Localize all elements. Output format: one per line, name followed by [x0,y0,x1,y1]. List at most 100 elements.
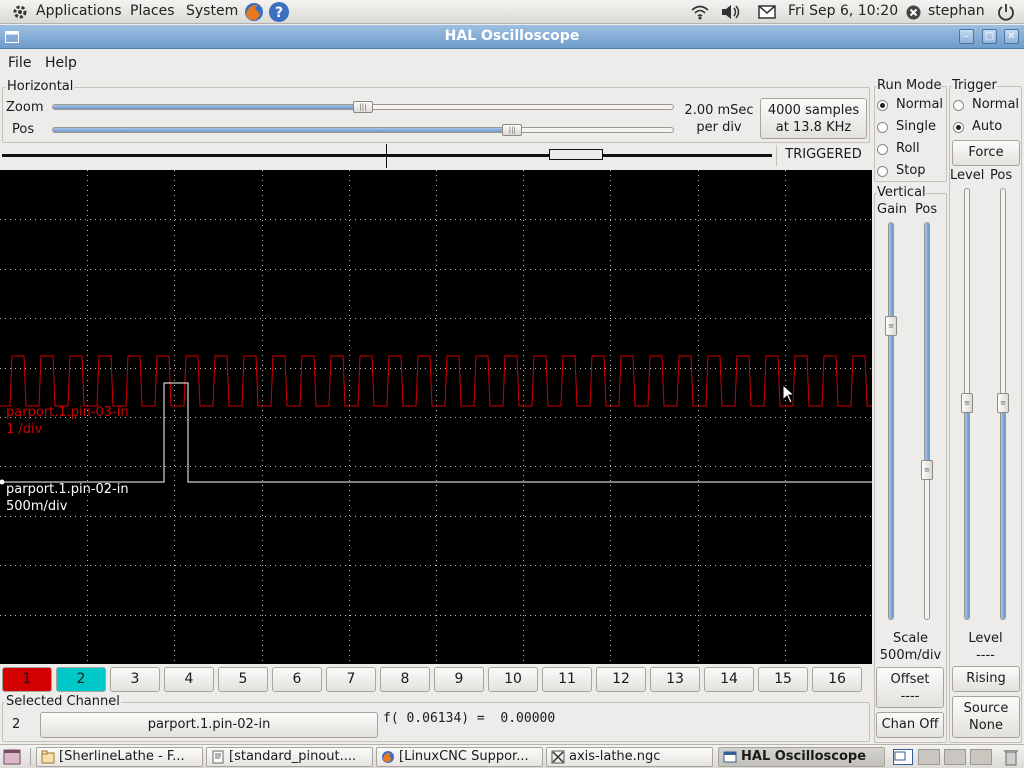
mail-icon[interactable] [758,5,776,19]
channel-1-button[interactable]: 1 [2,667,52,692]
close-icon[interactable]: ✕ [1004,29,1019,44]
task-sherlinelathe[interactable]: [SherlineLathe - F... [36,747,203,767]
pos-label: Pos [12,122,35,137]
task-label: [standard_pinout.... [229,749,357,764]
task-hal-oscilloscope[interactable]: HAL Oscilloscope [718,747,885,767]
scale-label: Scale [893,631,928,646]
channel-6-button[interactable]: 6 [272,667,322,692]
workspace-4[interactable] [970,749,992,765]
gnome-foot-icon[interactable] [12,4,28,20]
scale-value: 500m/div [879,648,942,663]
user-name[interactable]: stephan [928,3,985,19]
trigger-edge-button[interactable]: Rising [952,666,1020,692]
channel-10-button[interactable]: 10 [488,667,538,692]
run-single-radio[interactable] [877,122,888,133]
channel-12-button[interactable]: 12 [596,667,646,692]
window-titlebar[interactable]: HAL Oscilloscope – □ ✕ [0,25,1024,49]
help-icon[interactable]: ? [268,1,290,23]
maximize-icon[interactable]: □ [982,29,997,44]
wifi-icon[interactable] [691,4,709,20]
file-menu[interactable]: File [8,55,31,71]
selected-channel-source-button[interactable]: parport.1.pin-02-in [40,712,378,738]
trigger-status: TRIGGERED [776,145,870,166]
trigger-normal-radio[interactable] [953,100,964,111]
trace-2-scale: 500m/div [6,499,68,514]
task-label: [LinuxCNC Suppor... [399,749,529,764]
applications-menu[interactable]: Applications [36,3,122,19]
trigger-pos-handle[interactable]: ≡ [997,393,1009,413]
channel-2-button[interactable]: 2 [56,667,106,692]
pos-slider-handle[interactable]: ||| [502,124,523,136]
trigger-source-label: Source [963,701,1009,716]
trace-1-name: parport.1.pin-03-in [6,405,129,420]
channel-8-button[interactable]: 8 [380,667,430,692]
pos-slider[interactable] [52,127,674,133]
run-roll-radio[interactable] [877,144,888,155]
power-icon[interactable] [997,3,1015,21]
channel-15-button[interactable]: 15 [758,667,808,692]
channel-5-button[interactable]: 5 [218,667,268,692]
task-linuxcnc-support[interactable]: [LinuxCNC Suppor... [376,747,543,767]
zoom-slider-handle[interactable]: ||| [353,101,373,113]
task-axis-lathe[interactable]: axis-lathe.ngc [546,747,713,767]
task-standard-pinout[interactable]: [standard_pinout.... [206,747,373,767]
record-position-strip[interactable] [2,144,774,168]
trigger-source-button[interactable]: Source None [952,696,1020,738]
samples-button[interactable]: 4000 samples at 13.8 KHz [760,98,867,139]
trigger-level-value: ---- [976,648,995,663]
gain-slider[interactable] [888,222,894,620]
scope-display[interactable]: parport.1.pin-03-in 1 /div parport.1.pin… [0,170,872,664]
view-window-marker[interactable] [549,149,603,160]
minimize-icon[interactable]: – [959,29,974,44]
task-label: HAL Oscilloscope [741,749,867,764]
trigger-level-readout: Level ---- [950,630,1021,664]
force-button[interactable]: Force [952,140,1020,166]
run-normal-radio[interactable] [877,100,888,111]
pos-slider-fill [53,128,512,132]
channel-7-button[interactable]: 7 [326,667,376,692]
samples-line1: 4000 samples [767,103,860,118]
show-desktop-icon[interactable] [3,749,21,765]
horizontal-label: Horizontal [6,79,75,94]
channel-9-button[interactable]: 9 [434,667,484,692]
trigger-auto-label[interactable]: Auto [972,119,1002,134]
places-menu[interactable]: Places [130,3,175,19]
trigger-level-fill [965,404,969,619]
trigger-auto-radio[interactable] [953,122,964,133]
rate-line2: per div [696,120,742,135]
channel-4-button[interactable]: 4 [164,667,214,692]
trash-icon[interactable] [1003,748,1019,766]
channel-14-button[interactable]: 14 [704,667,754,692]
workspace-1-icon[interactable] [893,749,913,765]
taskbar-separator [30,748,31,766]
run-single-label[interactable]: Single [896,119,936,134]
firefox-icon[interactable] [243,1,265,23]
channel-11-button[interactable]: 11 [542,667,592,692]
trigger-level-heading: Level [968,631,1003,646]
run-stop-label[interactable]: Stop [896,163,926,178]
offset-button[interactable]: Offset ---- [876,667,944,708]
run-stop-radio[interactable] [877,166,888,177]
workspace-3[interactable] [944,749,966,765]
trigger-level-handle[interactable]: ≡ [961,393,973,413]
run-roll-label[interactable]: Roll [896,141,920,156]
help-menu[interactable]: Help [45,55,77,71]
rate-line1: 2.00 mSec [684,103,754,118]
waveform-canvas [0,170,872,664]
vpos-slider-handle[interactable]: ≡ [921,460,933,480]
workspace-2[interactable] [918,749,940,765]
channel-13-button[interactable]: 13 [650,667,700,692]
trigger-normal-label[interactable]: Normal [972,97,1019,112]
channel-16-button[interactable]: 16 [812,667,862,692]
clock[interactable]: Fri Sep 6, 10:20 [788,3,898,19]
trigger-source-value: None [969,718,1003,733]
user-status-icon[interactable] [906,5,921,20]
system-menu[interactable]: System [186,3,238,19]
gain-slider-handle[interactable]: ≡ [885,316,897,336]
channel-3-button[interactable]: 3 [110,667,160,692]
vpos-slider[interactable] [924,222,930,620]
chan-off-button[interactable]: Chan Off [876,712,944,738]
trace-2-name: parport.1.pin-02-in [6,482,129,497]
volume-icon[interactable] [721,4,741,20]
run-normal-label[interactable]: Normal [896,97,943,112]
